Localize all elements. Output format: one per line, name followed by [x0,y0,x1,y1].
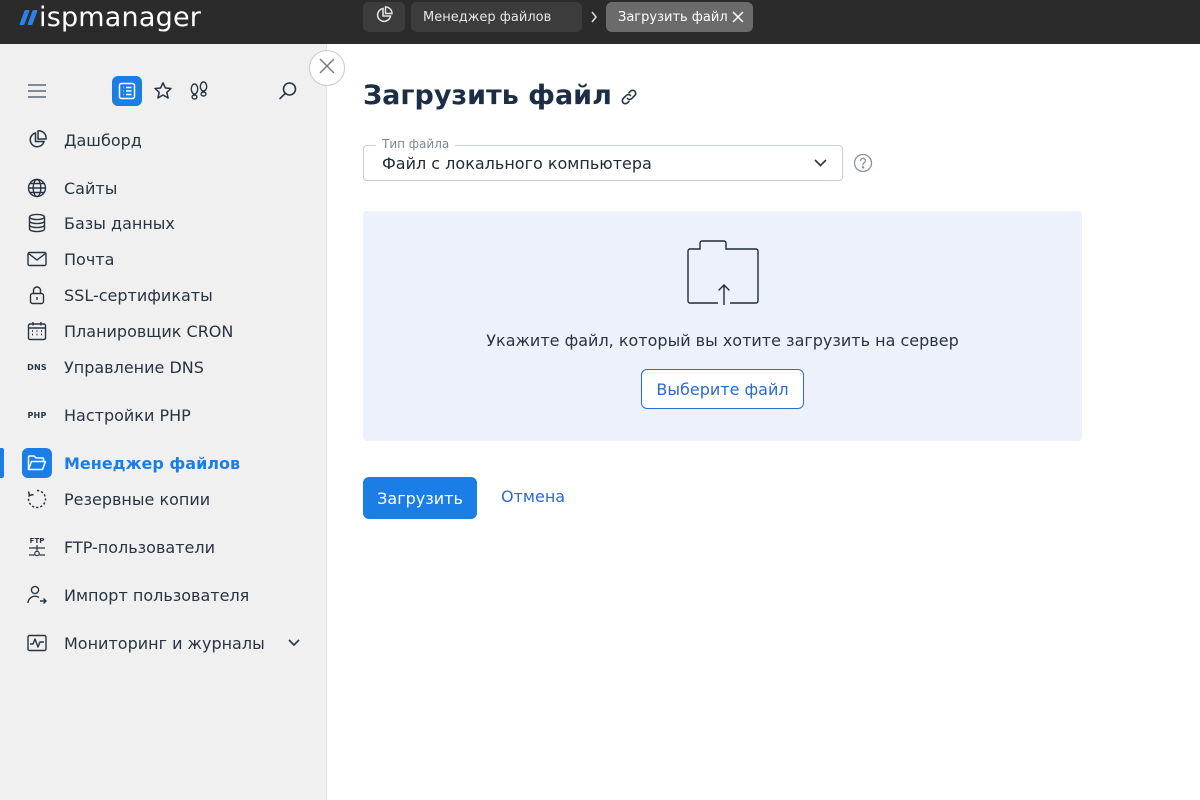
chevron-right-icon [587,9,601,25]
sidebar-item-databases[interactable]: Базы данных [0,206,327,240]
dashboard-icon [23,129,51,151]
folder-upload-icon [686,239,762,312]
collapse-sidebar-button[interactable] [309,50,345,86]
sidebar-item-label: Настройки PHP [64,405,191,425]
php-icon: PHP [23,404,51,426]
sidebar-item-mail[interactable]: Почта [0,242,327,276]
sidebar-item-label: Резервные копии [64,489,211,509]
tab-label: Загрузить файл [618,9,728,25]
page-title: Загрузить файл [363,80,612,111]
sidebar-item-label: FTP-пользователи [64,537,215,557]
monitoring-icon [23,632,51,654]
sidebar-item-label: Мониторинг и журналы [64,633,265,653]
dashboard-tab-button[interactable] [363,2,405,32]
sidebar-item-label: Почта [64,249,115,269]
ftp-icon: FTP [23,536,51,558]
database-icon [23,212,51,234]
sidebar-item-php[interactable]: PHP Настройки PHP [0,398,327,432]
svg-text:FTP: FTP [30,537,45,545]
folder-open-icon [22,448,52,478]
file-type-value: Файл с локального компьютера [382,154,652,173]
sidebar-item-user-import[interactable]: Импорт пользователя [0,578,327,612]
sidebar-item-dashboard[interactable]: Дашборд [0,123,327,157]
sidebar-item-label: SSL-сертификаты [64,285,213,305]
mail-icon [23,248,51,270]
globe-icon [23,177,51,199]
file-type-select[interactable]: Тип файла Файл с локального компьютера [363,137,843,181]
sidebar-toolbar [0,74,327,108]
sidebar-item-label: Планировщик CRON [64,321,234,341]
star-icon[interactable] [152,80,174,102]
user-import-icon [23,584,51,606]
menu-icon[interactable] [26,80,48,102]
link-icon[interactable] [618,86,640,108]
close-icon[interactable] [731,10,745,24]
tab-label: Менеджер файлов [423,9,552,25]
tab-file-manager[interactable]: Менеджер файлов [411,2,582,32]
backup-icon [23,488,51,510]
sidebar-item-cron[interactable]: Планировщик CRON [0,314,327,348]
sidebar-item-label: Управление DNS [64,357,204,377]
logo[interactable]: ispmanager [19,0,202,34]
dashboard-pie-icon [375,6,393,28]
php-icon-text: PHP [27,410,47,420]
sidebar-item-monitoring[interactable]: Мониторинг и журналы [0,626,327,660]
dns-icon-text: DNS [27,362,47,372]
footprints-icon[interactable] [187,80,211,102]
sidebar-item-label: Менеджер файлов [64,453,241,473]
calendar-icon [23,320,51,342]
sidebar-item-label: Дашборд [64,130,142,150]
sidebar-item-ssl[interactable]: SSL-сертификаты [0,278,327,312]
tab-upload-file[interactable]: Загрузить файл [606,2,753,32]
sidebar-item-backups[interactable]: Резервные копии [0,482,327,516]
dns-icon: DNS [23,356,51,378]
sidebar-item-dns[interactable]: DNS Управление DNS [0,350,327,384]
close-icon [318,57,336,79]
sidebar-item-file-manager[interactable]: Менеджер файлов [0,446,327,480]
sidebar-item-label: Базы данных [64,213,175,233]
logo-mark-icon [19,9,38,25]
sidebar: Дашборд Сайты Базы данных Почта SSL-серт… [0,44,327,800]
top-bar: ispmanager Менеджер файлов Загрузить фай… [0,0,1200,44]
sidebar-item-label: Сайты [64,178,118,198]
lock-icon [23,284,51,306]
dropzone-text: Укажите файл, который вы хотите загрузит… [486,331,959,350]
help-icon[interactable] [853,153,873,173]
sidebar-item-label: Импорт пользователя [64,585,250,605]
chevron-down-icon [812,156,828,170]
cancel-link[interactable]: Отмена [501,487,565,506]
chevron-down-icon[interactable] [286,636,302,650]
file-dropzone[interactable]: Укажите файл, который вы хотите загрузит… [363,211,1082,441]
sidebar-item-sites[interactable]: Сайты [0,171,327,205]
list-icon[interactable] [112,76,142,106]
logo-text: ispmanager [39,1,202,33]
search-icon[interactable] [277,80,299,102]
choose-file-button[interactable]: Выберите файл [641,369,804,409]
sidebar-item-ftp[interactable]: FTP FTP-пользователи [0,530,327,564]
file-type-legend: Тип файла [376,137,456,151]
upload-button[interactable]: Загрузить [363,477,477,519]
